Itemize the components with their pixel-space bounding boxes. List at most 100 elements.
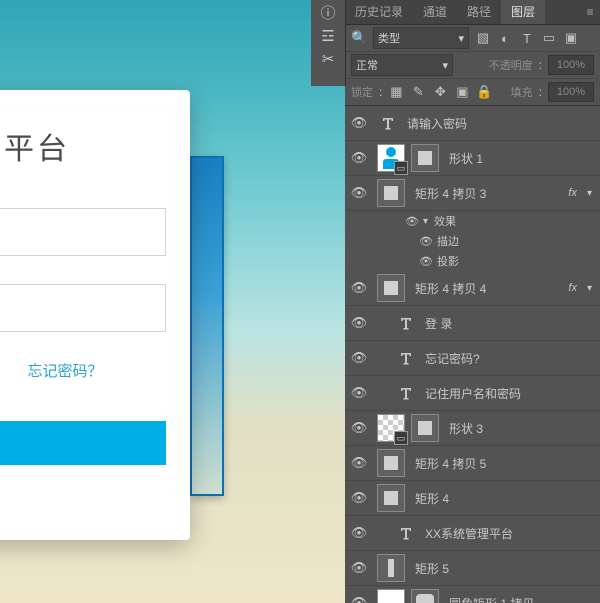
fx-badge[interactable]: fx: [562, 282, 583, 294]
vector-mask-thumb: [377, 484, 405, 512]
fx-item[interactable]: 👁投影: [345, 251, 600, 271]
layer-name[interactable]: 圆角矩形 1 拷贝: [447, 595, 596, 603]
chevron-down-icon[interactable]: ▾: [583, 188, 596, 199]
visibility-toggle[interactable]: 👁: [345, 560, 373, 576]
opacity-label: 不透明度: [489, 57, 533, 73]
layer-name[interactable]: 矩形 4: [413, 490, 596, 507]
visibility-toggle[interactable]: 👁: [419, 255, 433, 268]
filter-shape-icon[interactable]: ▭: [541, 30, 557, 46]
link-icon: ▭: [394, 161, 408, 175]
text-layer-icon: [395, 310, 417, 336]
login-card: 平台 忘记密码？: [0, 90, 190, 540]
layer-row-rect4c5[interactable]: 👁 矩形 4 拷贝 5: [345, 446, 600, 481]
layers-panel: ⓘ ☲ ✂ 历史记录 通道 路径 图层 ≡ 🔍 类型 ▾ ▧ ◐ T ▭ ▣: [345, 0, 600, 603]
blend-row: 正常 ▾ 不透明度 : 100%: [345, 52, 600, 79]
text-layer-icon: [395, 345, 417, 371]
layer-row-rect4c4[interactable]: 👁 矩形 4 拷贝 4fx▾: [345, 271, 600, 306]
lock-label: 锁定: [351, 84, 373, 100]
fx-header-label: 效果: [434, 213, 456, 229]
layer-name[interactable]: 形状 3: [447, 420, 596, 437]
visibility-toggle[interactable]: 👁: [405, 215, 419, 228]
crop-icon[interactable]: ✂: [322, 52, 335, 67]
filter-type-icon[interactable]: T: [519, 31, 535, 46]
lock-transparent-icon[interactable]: ▦: [388, 84, 404, 100]
layer-row-remember[interactable]: 👁 记住用户名和密码: [345, 376, 600, 411]
opacity-value[interactable]: 100%: [548, 55, 594, 75]
filter-smart-icon[interactable]: ▣: [563, 30, 579, 46]
lock-paint-icon[interactable]: ✎: [410, 84, 426, 100]
shape-thumb: ▭: [377, 589, 405, 603]
chevron-down-icon: ▾: [442, 59, 448, 72]
visibility-toggle[interactable]: 👁: [345, 350, 373, 366]
login-button[interactable]: [0, 421, 166, 465]
layer-name[interactable]: 记住用户名和密码: [423, 385, 596, 402]
tab-channels[interactable]: 通道: [413, 0, 457, 24]
layer-name[interactable]: 矩形 4 拷贝 4: [413, 280, 562, 297]
search-icon[interactable]: 🔍: [351, 30, 367, 46]
visibility-toggle[interactable]: 👁: [345, 185, 373, 201]
layer-name[interactable]: 忘记密码?: [423, 350, 596, 367]
layer-row-forgot[interactable]: 👁 忘记密码?: [345, 341, 600, 376]
chevron-down-icon[interactable]: ▾: [583, 283, 596, 294]
layer-name[interactable]: 矩形 4 拷贝 5: [413, 455, 596, 472]
fx-item[interactable]: 👁描边: [345, 231, 600, 251]
text-layer-icon: [377, 110, 399, 136]
visibility-toggle[interactable]: 👁: [345, 115, 373, 131]
layer-name[interactable]: 形状 1: [447, 150, 596, 167]
swatches-icon[interactable]: ☲: [321, 29, 334, 44]
layer-row-rect5[interactable]: 👁 矩形 5: [345, 551, 600, 586]
visibility-toggle[interactable]: 👁: [345, 280, 373, 296]
card-title: 平台: [4, 124, 166, 168]
filter-kind-dropdown[interactable]: 类型 ▾: [373, 27, 469, 49]
layer-row-login[interactable]: 👁 登 录: [345, 306, 600, 341]
layer-row-rect4c3[interactable]: 👁 矩形 4 拷贝 3fx▾: [345, 176, 600, 211]
canvas-area[interactable]: 平台 忘记密码？: [0, 0, 345, 603]
lock-all-icon[interactable]: 🔒: [476, 84, 492, 100]
lock-artboard-icon[interactable]: ▣: [454, 84, 470, 100]
visibility-toggle[interactable]: 👁: [345, 595, 373, 603]
layer-name[interactable]: XX系统管理平台: [423, 525, 596, 542]
tab-layers[interactable]: 图层: [501, 0, 545, 24]
layer-row-shape1[interactable]: 👁 ▭ 形状 1: [345, 141, 600, 176]
layer-row-shape3[interactable]: 👁 ▭ 形状 3: [345, 411, 600, 446]
visibility-toggle[interactable]: 👁: [345, 385, 373, 401]
visibility-toggle[interactable]: 👁: [345, 315, 373, 331]
visibility-toggle[interactable]: 👁: [345, 150, 373, 166]
layer-name[interactable]: 矩形 4 拷贝 3: [413, 185, 562, 202]
filter-pixel-icon[interactable]: ▧: [475, 30, 491, 46]
layer-row-rect4[interactable]: 👁 矩形 4: [345, 481, 600, 516]
layer-name[interactable]: 登 录: [423, 315, 596, 332]
info-icon[interactable]: ⓘ: [320, 6, 335, 21]
link-icon: ▭: [394, 431, 408, 445]
fill-value[interactable]: 100%: [548, 82, 594, 102]
visibility-toggle[interactable]: 👁: [345, 420, 373, 436]
lock-position-icon[interactable]: ✥: [432, 84, 448, 100]
forgot-link[interactable]: 忘记密码？: [0, 360, 166, 381]
lock-row: 锁定 : ▦ ✎ ✥ ▣ 🔒 填充 : 100%: [345, 79, 600, 106]
vector-mask-thumb: [411, 144, 439, 172]
layer-row-pw[interactable]: 👁 请输入密码: [345, 106, 600, 141]
vector-mask-thumb: [377, 449, 405, 477]
filter-adjust-icon[interactable]: ◐: [497, 31, 513, 46]
input-password[interactable]: [0, 284, 166, 332]
panel-menu-icon[interactable]: ≡: [580, 0, 600, 24]
layer-name[interactable]: 请输入密码: [405, 115, 596, 132]
panel-tabs: 历史记录 通道 路径 图层 ≡: [345, 0, 600, 25]
tab-history[interactable]: 历史记录: [345, 0, 413, 24]
layers-list[interactable]: 👁请输入密码👁▭形状 1👁矩形 4 拷贝 3fx▾👁▾效果👁描边👁投影👁矩形 4…: [345, 106, 600, 603]
fx-badge[interactable]: fx: [562, 187, 583, 199]
visibility-toggle[interactable]: 👁: [419, 235, 433, 248]
visibility-toggle[interactable]: 👁: [345, 525, 373, 541]
layer-name[interactable]: 矩形 5: [413, 560, 596, 577]
selected-rect[interactable]: [190, 156, 224, 496]
input-username[interactable]: [0, 208, 166, 256]
tab-paths[interactable]: 路径: [457, 0, 501, 24]
fx-header[interactable]: 👁▾效果: [345, 211, 600, 231]
layer-row-systitle[interactable]: 👁 XX系统管理平台: [345, 516, 600, 551]
panel-iconstrip: ⓘ ☲ ✂: [311, 0, 346, 86]
vector-mask-thumb: [377, 554, 405, 582]
layer-row-rrect1c[interactable]: 👁 ▭ 圆角矩形 1 拷贝: [345, 586, 600, 603]
visibility-toggle[interactable]: 👁: [345, 490, 373, 506]
visibility-toggle[interactable]: 👁: [345, 455, 373, 471]
blend-mode-dropdown[interactable]: 正常 ▾: [351, 54, 453, 76]
